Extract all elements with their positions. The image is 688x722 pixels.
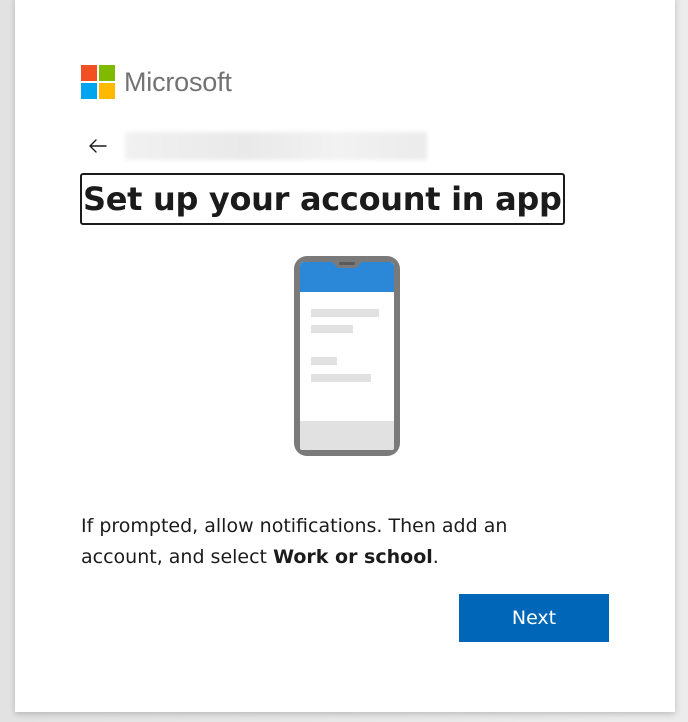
arrow-left-icon[interactable] [87, 135, 109, 157]
instructions-text: If prompted, allow notifications. Then a… [81, 511, 561, 573]
phone-illustration [292, 254, 414, 464]
next-button[interactable]: Next [459, 594, 609, 642]
page-title: Set up your account in app [80, 173, 565, 225]
work-or-school-label: Work or school [273, 546, 433, 568]
identity-row [87, 132, 427, 160]
logo-text: Microsoft [124, 66, 232, 97]
redacted-email [125, 132, 427, 160]
sign-in-card: Microsoft Set up your account in app If [15, 0, 675, 712]
instructions-suffix: . [432, 546, 439, 568]
microsoft-logo-icon [81, 65, 115, 99]
microsoft-logo: Microsoft [81, 65, 232, 99]
